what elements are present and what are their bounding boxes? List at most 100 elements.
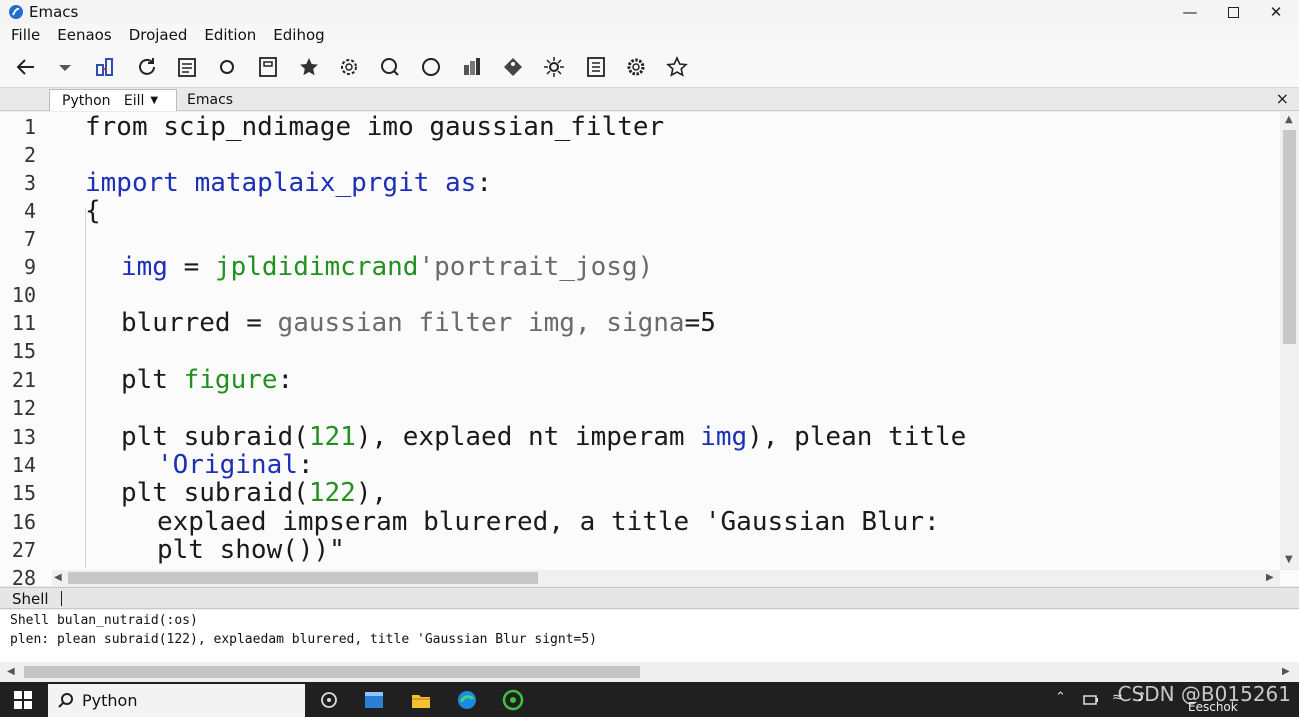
close-window-button[interactable]: ✕ xyxy=(1253,0,1299,24)
toolbar xyxy=(0,46,1299,88)
menu-project[interactable]: Drojaed xyxy=(129,26,188,44)
tab-python[interactable]: Python Eill ▼ xyxy=(49,89,177,111)
code-line-13: plt subraid(121), explaed nt imperam img… xyxy=(121,422,966,452)
editor-horizontal-scrollbar[interactable]: ◀ ▶ xyxy=(52,570,1280,586)
search-circle-icon[interactable] xyxy=(378,55,402,79)
close-tab-icon[interactable]: × xyxy=(1276,89,1289,108)
menu-file[interactable]: Fille xyxy=(11,26,40,44)
line-number: 15 xyxy=(11,339,36,363)
menu-edition[interactable]: Edition xyxy=(204,26,256,44)
title-bar: Emacs — ✕ xyxy=(0,0,1299,24)
code-line-21: plt figure: xyxy=(121,365,293,395)
star-filled-icon[interactable] xyxy=(297,55,321,79)
colon: : xyxy=(476,168,492,198)
gear-outline-icon[interactable] xyxy=(337,55,361,79)
tag-icon[interactable] xyxy=(501,55,525,79)
code-line-11: blurred = gaussian filter img, signa=5 xyxy=(121,308,716,338)
search-text: Python xyxy=(82,691,138,710)
menu-bar: Fille Eenaos Drojaed Edition Edihog xyxy=(0,24,1299,46)
file-explorer-icon[interactable] xyxy=(410,689,432,711)
menu-edit[interactable]: Eenaos xyxy=(57,26,111,44)
menu-editing[interactable]: Edihog xyxy=(273,26,324,44)
line-number: 9 xyxy=(23,255,36,279)
shell-horizontal-scrollbar[interactable]: ◀ ▶ xyxy=(0,662,1299,682)
dropdown-arrow-icon[interactable] xyxy=(53,55,77,79)
edge-browser-icon[interactable] xyxy=(456,689,478,711)
editor-vertical-scrollbar[interactable]: ▲ ▼ xyxy=(1280,112,1299,570)
page-icon[interactable] xyxy=(256,55,280,79)
circle-icon[interactable] xyxy=(215,55,239,79)
shell-line: Shell bulan_nutraid(:os) xyxy=(10,613,198,628)
watermark-text: CSDN @B015261 xyxy=(1117,682,1291,706)
subplot-arg: 122 xyxy=(308,478,356,508)
tab-python-label: Python Eill xyxy=(62,92,145,109)
windows-start-icon[interactable] xyxy=(14,691,32,709)
var-img: img xyxy=(121,252,168,282)
line-number-gutter: 1 2 3 4 7 9 10 11 15 21 12 13 14 15 16 2… xyxy=(0,112,56,590)
tab-emacs[interactable]: Emacs xyxy=(187,89,233,111)
line-number: 21 xyxy=(11,368,36,392)
maximize-icon xyxy=(1227,6,1239,18)
code-line-15: plt subraid(122), xyxy=(121,478,387,508)
code-line-3: import mataplaix_prgit as: xyxy=(85,168,492,198)
code-editor[interactable]: 1 2 3 4 7 9 10 11 15 21 12 13 14 15 16 2… xyxy=(0,112,1299,590)
task-view-icon[interactable] xyxy=(318,689,340,711)
star-outline-icon[interactable] xyxy=(665,55,689,79)
back-arrow-icon[interactable] xyxy=(14,55,38,79)
code-line-4: { xyxy=(85,196,101,226)
document-icon[interactable] xyxy=(175,55,199,79)
original-string: 'Original xyxy=(157,450,298,480)
chevron-down-icon[interactable]: ▼ xyxy=(150,95,158,106)
refresh-icon[interactable] xyxy=(135,55,159,79)
close-icon: ✕ xyxy=(1269,3,1283,21)
scrollbar-thumb[interactable] xyxy=(68,572,538,584)
shell-header: Shell xyxy=(0,587,1299,609)
subplot-call: plt subraid( xyxy=(121,422,309,452)
scroll-right-icon[interactable]: ▶ xyxy=(1282,666,1290,677)
maximize-button[interactable] xyxy=(1210,0,1256,24)
minimize-button[interactable]: — xyxy=(1167,0,1213,24)
shell-output[interactable]: Shell bulan_nutraid(:os) plen: plean sub… xyxy=(0,610,1299,662)
blurred-assign: blurred = xyxy=(121,308,278,338)
media-app-icon[interactable] xyxy=(502,689,524,711)
scroll-left-icon[interactable]: ◀ xyxy=(54,572,62,583)
code-area[interactable]: from scip_ndimage imo gaussian_filter im… xyxy=(85,112,1265,570)
scroll-left-icon[interactable]: ◀ xyxy=(7,666,15,677)
chart-icon[interactable] xyxy=(460,55,484,79)
tray-chevron-icon[interactable]: ⌃ xyxy=(1055,690,1066,705)
cog-icon[interactable] xyxy=(624,55,648,79)
line-number: 2 xyxy=(23,143,36,167)
subplot-arg: 121 xyxy=(308,422,356,452)
tab-strip: Python Eill ▼ Emacs × xyxy=(0,88,1299,111)
scroll-up-icon[interactable]: ▲ xyxy=(1285,114,1293,125)
taskbar-search[interactable]: Python xyxy=(48,684,305,717)
line-number: 27 xyxy=(11,538,36,562)
plt-ref: plt xyxy=(121,365,184,395)
gaussian-call: gaussian filter img, signa xyxy=(277,308,685,338)
colon: : xyxy=(277,365,294,395)
assign-op: = xyxy=(167,252,215,282)
line-number: 4 xyxy=(23,199,36,223)
title-call: ), plean title xyxy=(747,422,967,452)
list-doc-icon[interactable] xyxy=(584,55,608,79)
line-number: 1 xyxy=(23,115,36,139)
scroll-down-icon[interactable]: ▼ xyxy=(1285,554,1293,565)
search-icon xyxy=(58,693,73,708)
scroll-right-icon[interactable]: ▶ xyxy=(1266,572,1274,583)
line-number: 12 xyxy=(11,396,36,420)
emacs-window: Emacs — ✕ Fille Eenaos Drojaed Edition E… xyxy=(0,0,1299,717)
scrollbar-thumb[interactable] xyxy=(1283,130,1296,344)
emacs-logo-icon xyxy=(9,5,23,19)
text-cursor xyxy=(61,591,62,606)
window-app-icon[interactable] xyxy=(363,689,385,711)
circle-outline-icon[interactable] xyxy=(419,55,443,79)
settings-sun-icon[interactable] xyxy=(542,55,566,79)
scrollbar-thumb[interactable] xyxy=(24,666,640,678)
connect-icon[interactable] xyxy=(93,55,117,79)
line-number: 11 xyxy=(11,311,36,335)
battery-icon[interactable] xyxy=(1083,692,1099,708)
tab-emacs-label: Emacs xyxy=(187,92,234,108)
figure-call: figure xyxy=(183,365,278,395)
line-number: 15 xyxy=(11,481,36,505)
imshow-call: ), explaed nt imperam xyxy=(355,422,701,452)
